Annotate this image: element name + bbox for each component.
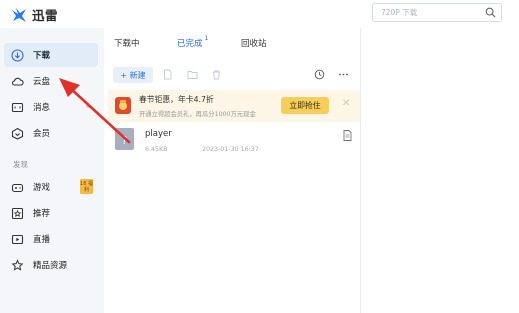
game-badge: 18 福利: [80, 179, 93, 194]
sidebar-item-download[interactable]: 下载: [4, 43, 98, 67]
diamond-icon: [11, 127, 24, 140]
svg-text:?: ?: [122, 134, 128, 147]
star-box-icon: [11, 207, 24, 220]
file-icon[interactable]: [162, 69, 173, 80]
promo-subtitle: 开通立得超会员礼，再瓜分1000万元现金: [139, 111, 256, 118]
tab-downloading[interactable]: 下载中: [114, 37, 140, 49]
sidebar-item-live[interactable]: 直播: [4, 227, 98, 251]
clock-icon[interactable]: [314, 69, 325, 80]
gift-icon: [115, 97, 131, 114]
sidebar-item-label: 下载: [33, 51, 51, 61]
section-title-discover: 发现: [13, 160, 28, 169]
promo-title: 春节钜惠，年卡4.7折: [139, 95, 214, 104]
completed-count: 1: [204, 35, 209, 43]
sidebar-item-recommend[interactable]: 推荐: [4, 201, 98, 225]
file-size: 6.45KB: [145, 146, 168, 153]
cloud-icon: [11, 75, 24, 88]
file-date: 2023-01-30 16:37: [202, 146, 259, 153]
tv-icon: [11, 233, 24, 246]
detail-pane: [361, 28, 519, 313]
search-box[interactable]: [372, 3, 502, 22]
toolbar: + 新建: [104, 64, 360, 86]
sidebar-item-label: 推荐: [33, 209, 51, 219]
tab-completed[interactable]: 已完成1: [177, 35, 209, 49]
title-bar: 迅雷: [0, 0, 519, 28]
message-icon: [11, 101, 24, 114]
sidebar-item-label: 云盘: [33, 77, 51, 87]
sidebar-item-messages[interactable]: 消息: [4, 95, 98, 119]
sidebar-item-label: 游戏: [33, 183, 51, 193]
main-panel: 下载中 已完成1 回收站 + 新建 春节钜惠，年卡4.7折 开通立得超会员礼，再…: [104, 28, 360, 313]
tab-bar: 下载中 已完成1 回收站: [104, 28, 360, 58]
download-circle-icon: [11, 48, 24, 62]
app-title: 迅雷: [32, 8, 59, 23]
sidebar-item-resources[interactable]: 精品资源: [4, 253, 98, 277]
sidebar-item-cloud[interactable]: 云盘: [4, 69, 98, 93]
folder-icon[interactable]: [187, 69, 198, 80]
thunder-logo-icon: [12, 7, 26, 22]
sidebar-item-label: 消息: [33, 103, 51, 113]
search-icon[interactable]: [485, 7, 496, 18]
sidebar-item-label: 精品资源: [33, 261, 68, 271]
app-logo: 迅雷: [10, 5, 58, 24]
list-item[interactable]: ? player 6.45KB 2023-01-30 16:37: [108, 124, 360, 164]
tab-recycle-bin[interactable]: 回收站: [241, 37, 267, 49]
search-input[interactable]: [381, 6, 481, 19]
trash-icon[interactable]: [211, 69, 222, 80]
more-icon[interactable]: [338, 69, 349, 80]
unknown-file-icon: ?: [115, 128, 134, 150]
sidebar: 下载 云盘 消息 会员 发现 游戏 18 福利 推荐 直播 精品资源: [0, 28, 104, 313]
promo-banner: 春节钜惠，年卡4.7折 开通立得超会员礼，再瓜分1000万元现金 立即抢住 ✕: [108, 90, 360, 122]
sidebar-item-label: 会员: [33, 129, 51, 139]
sidebar-item-label: 直播: [33, 235, 51, 245]
close-icon[interactable]: ✕: [342, 98, 350, 109]
unread-dot: [86, 104, 90, 108]
document-icon[interactable]: [343, 130, 352, 141]
new-task-button[interactable]: + 新建: [113, 67, 153, 83]
file-name: player: [145, 129, 172, 139]
gem-icon: [11, 258, 24, 272]
promo-action-button[interactable]: 立即抢住: [281, 97, 329, 114]
gamepad-icon: [11, 181, 24, 194]
sidebar-item-vip[interactable]: 会员: [4, 121, 98, 145]
tab-completed-label: 已完成: [177, 39, 203, 49]
